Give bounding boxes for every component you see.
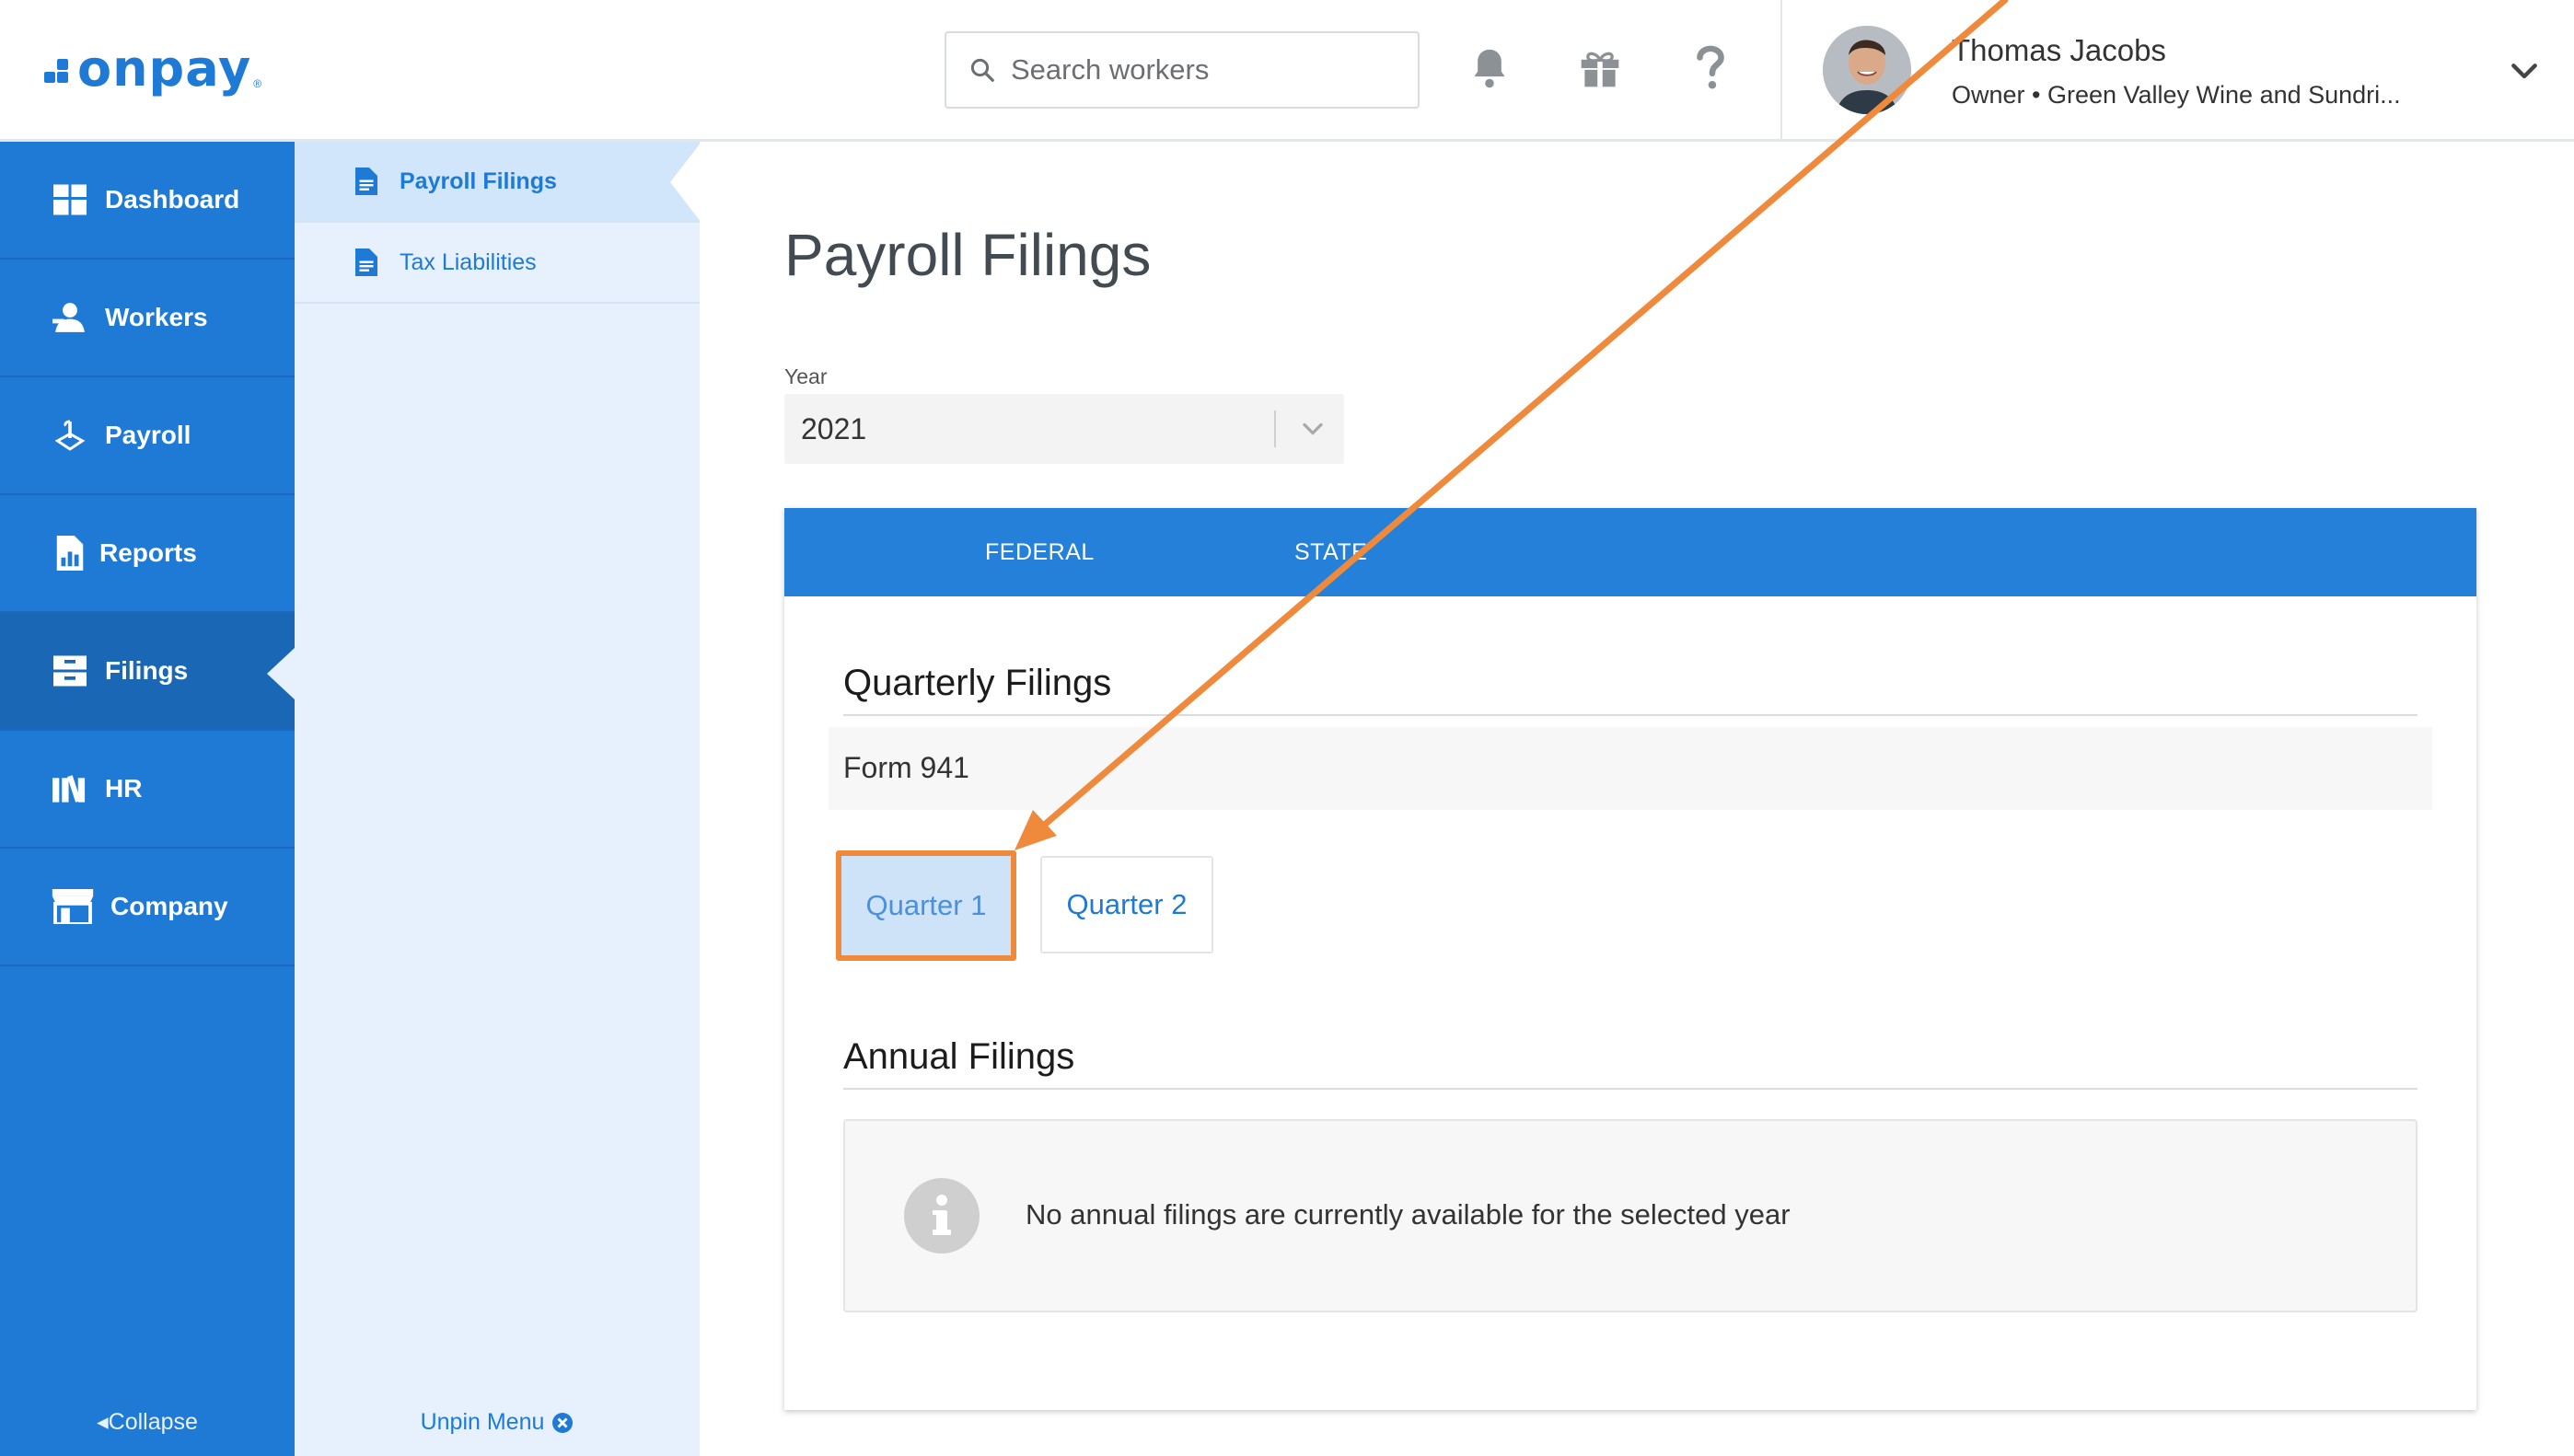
nav-item-label: HR [105,774,143,803]
nav-item-label: Dashboard [105,185,240,214]
caret-left-icon: ◂ [97,1409,109,1435]
section-divider [843,1088,2417,1090]
company-icon [52,888,94,925]
top-header: onpay ® Search workers Thomas Jacobs Own… [0,0,2574,142]
chevron-down-icon[interactable] [1296,412,1329,445]
logo-text: onpay [77,39,252,98]
main-navigation: Dashboard Workers Payroll Reports Filing… [0,142,295,1456]
user-role-company[interactable]: Owner • Green Valley Wine and Sundri... [1952,81,2401,110]
active-indicator [670,142,701,223]
nav-item-company[interactable]: Company [0,849,295,966]
payroll-icon [52,417,88,454]
quarter-label: Quarter 1 [865,889,987,921]
jurisdiction-tabs: FEDERAL STATE [784,508,2476,596]
quarter-1-button[interactable]: Quarter 1 [836,850,1016,961]
section-divider [843,714,2417,716]
nav-item-hr[interactable]: HR [0,731,295,849]
annual-filings-title: Annual Filings [843,1036,1075,1077]
filings-card: FEDERAL STATE Quarterly Filings Form 941… [784,508,2476,1410]
dashboard-icon [52,181,88,218]
tab-federal[interactable]: FEDERAL [985,539,1095,566]
select-separator [1274,410,1276,447]
filings-icon [52,653,88,689]
empty-state-message: No annual filings are currently availabl… [1026,1198,1791,1231]
page-title: Payroll Filings [784,222,1152,288]
workers-icon [52,299,88,336]
onpay-logo[interactable]: onpay ® [44,39,262,98]
nav-item-dashboard[interactable]: Dashboard [0,142,295,260]
submenu-item-label: Payroll Filings [400,168,557,194]
filings-submenu: Payroll Filings Tax Liabilities Unpin Me… [295,142,701,1456]
unpin-label: Unpin Menu [420,1409,545,1435]
submenu-item-payroll-filings[interactable]: Payroll Filings [295,142,701,223]
hr-icon [52,770,88,807]
year-label: Year [784,364,828,388]
quarter-label: Quarter 2 [1066,888,1188,920]
logo-registered-mark: ® [253,77,262,90]
nav-item-workers[interactable]: Workers [0,260,295,377]
year-select[interactable]: 2021 [784,394,1344,464]
search-icon [970,58,994,82]
submenu-item-label: Tax Liabilities [400,248,537,275]
nav-item-label: Payroll [105,421,191,449]
form-name: Form 941 [843,751,969,784]
active-indicator [267,648,295,699]
bell-icon[interactable] [1462,40,1517,96]
quarterly-filings-title: Quarterly Filings [843,663,1112,703]
header-divider [1780,0,1782,142]
document-icon [355,248,377,276]
user-avatar[interactable] [1823,26,1911,114]
logo-dots-icon [44,59,72,87]
nav-item-label: Filings [105,656,189,685]
help-icon[interactable] [1683,40,1738,96]
user-name[interactable]: Thomas Jacobs [1952,33,2166,68]
collapse-button[interactable]: ◂Collapse [0,1408,295,1436]
form-941-row: Form 941 [829,727,2432,810]
nav-item-label: Company [110,892,228,920]
nav-item-reports[interactable]: Reports [0,495,295,613]
info-icon [904,1178,980,1254]
nav-item-label: Reports [99,538,197,567]
annual-filings-empty-state: No annual filings are currently availabl… [843,1119,2417,1312]
quarter-2-button[interactable]: Quarter 2 [1040,856,1213,953]
nav-item-filings[interactable]: Filings [0,613,295,731]
search-box[interactable] [945,31,1420,109]
nav-item-payroll[interactable]: Payroll [0,377,295,495]
document-icon [355,168,377,195]
tab-state[interactable]: STATE [1294,539,1367,566]
reports-icon [52,535,88,572]
submenu-item-tax-liabilities[interactable]: Tax Liabilities [295,223,700,304]
chevron-down-icon[interactable] [2506,53,2543,90]
year-value: 2021 [801,412,867,445]
nav-item-label: Workers [105,303,208,331]
close-circle-icon [552,1412,574,1433]
search-input[interactable] [1011,53,1397,87]
collapse-label: Collapse [108,1409,198,1435]
unpin-menu-button[interactable]: Unpin Menu [295,1409,700,1436]
gift-icon[interactable] [1572,40,1628,96]
